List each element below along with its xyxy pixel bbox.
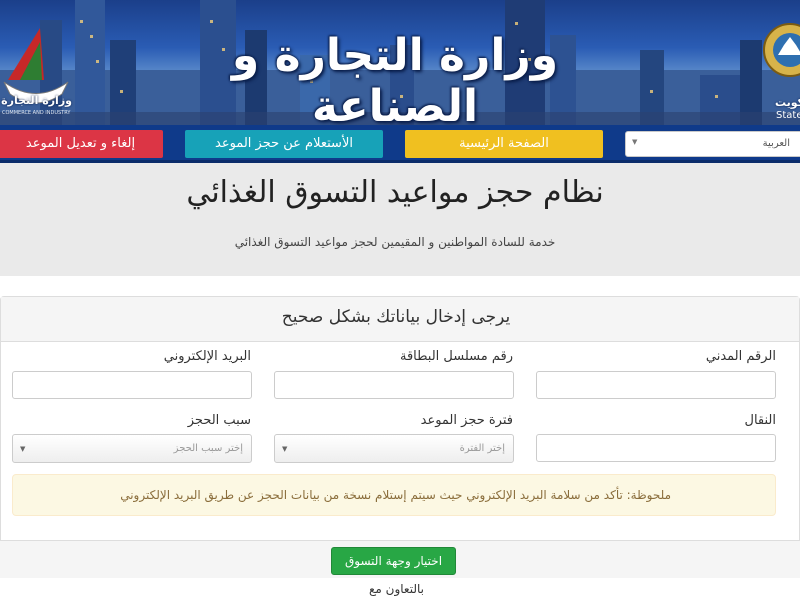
civil-id-input[interactable] — [536, 371, 776, 399]
ministry-logo-text: وزارة التجارة و — [0, 94, 72, 107]
page-title: نظام حجز مواعيد التسوق الغذائي — [186, 175, 604, 210]
reason-select[interactable]: إختر سبب الحجز — [12, 434, 252, 463]
email-label: البريد الإلكتروني — [163, 349, 251, 364]
chevron-down-icon: ▼ — [282, 445, 288, 453]
page-subtitle: خدمة للسادة المواطنين و المقيمين لحجز مو… — [234, 235, 556, 249]
language-select[interactable]: العربية — [625, 131, 800, 157]
reason-label: سبب الحجز — [187, 413, 251, 428]
appointment-inquiry-button[interactable]: الأستعلام عن حجز الموعد — [185, 130, 383, 158]
state-emblem-text: الكويت — [775, 96, 800, 109]
card-serial-label: رقم مسلسل البطاقة — [399, 349, 513, 364]
mobile-label: النقال — [744, 413, 776, 428]
ministry-logo-subtext: COMMERCE AND INDUSTRY — [2, 110, 71, 116]
slot-label: فترة حجز الموعد — [420, 413, 513, 428]
mobile-input[interactable] — [536, 434, 776, 462]
state-emblem-subtext: State of — [776, 110, 800, 121]
chevron-down-icon: ▼ — [632, 138, 638, 146]
home-button[interactable]: الصفحة الرئيسية — [405, 130, 603, 158]
email-warning-note: ملحوظة: تأكد من سلامة البريد الإلكتروني … — [12, 474, 776, 516]
form-heading: يرجى إدخال بياناتك بشكل صحيح — [281, 307, 511, 327]
email-input[interactable] — [12, 371, 252, 399]
slot-select[interactable]: إختر الفترة — [274, 434, 514, 463]
form-panel-heading: يرجى إدخال بياناتك بشكل صحيح — [1, 297, 799, 342]
cancel-modify-appointment-button[interactable]: إلغاء و تعديل الموعد — [0, 130, 163, 158]
card-serial-input[interactable] — [274, 371, 514, 399]
cooperation-label: بالتعاون مع — [369, 582, 424, 596]
chevron-down-icon: ▼ — [20, 445, 26, 453]
state-emblem-icon — [763, 23, 800, 77]
ministry-title: وزارة التجارة و الصناعة — [231, 30, 559, 125]
civil-id-label: الرقم المدني — [705, 349, 776, 364]
choose-shopping-destination-button[interactable]: اختيار وجهة التسوق — [331, 547, 456, 575]
header-banner: وزارة التجارة و COMMERCE AND INDUSTRY وز… — [0, 0, 800, 125]
hero-section: نظام حجز مواعيد التسوق الغذائي خدمة للسا… — [0, 163, 800, 276]
main-navbar: إلغاء و تعديل الموعد الأستعلام عن حجز ال… — [0, 125, 800, 163]
